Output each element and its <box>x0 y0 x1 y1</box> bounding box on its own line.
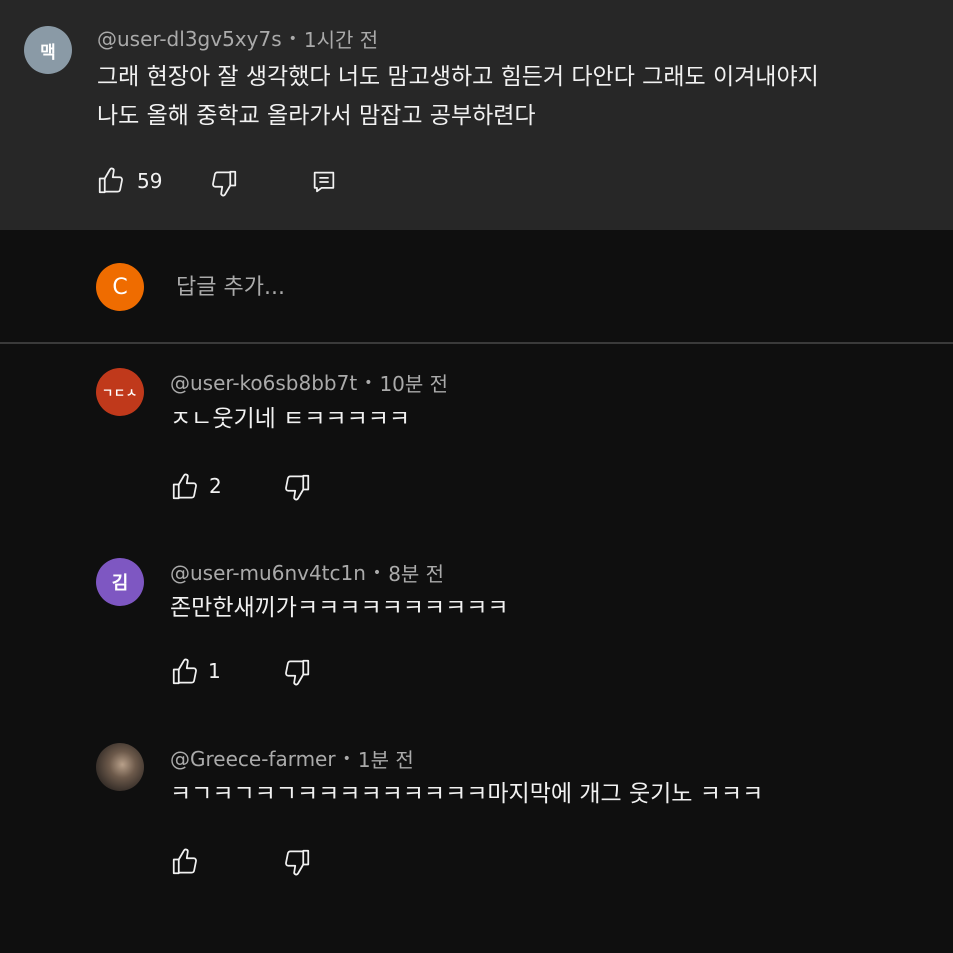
reply-placeholder: 답글 추가... <box>176 275 285 300</box>
comment-time[interactable]: 8분 전 <box>388 558 444 587</box>
add-reply-input[interactable]: 답글 추가... <box>176 270 906 306</box>
comment-meta: @Greece-farmer • 1분 전 <box>170 744 414 773</box>
dislike-button[interactable] <box>282 472 312 502</box>
like-count: 59 <box>137 169 163 193</box>
reply-button[interactable] <box>310 168 338 196</box>
thumbs-up-icon <box>170 472 200 502</box>
like-button[interactable] <box>170 472 200 502</box>
dislike-button[interactable] <box>209 168 239 198</box>
comment-text-line-2: 나도 올해 중학교 올라가서 맘잡고 공부하련다 <box>97 103 536 129</box>
reply-icon <box>310 168 338 196</box>
meta-separator: • <box>342 750 351 767</box>
avatar-letter: ㄱㄷㅅ <box>101 385 139 400</box>
like-count: 2 <box>209 474 222 498</box>
thumbs-down-icon <box>282 472 312 502</box>
thumbs-up-icon <box>96 166 126 196</box>
divider <box>0 342 953 344</box>
meta-separator: • <box>372 564 382 581</box>
comment-meta: @user-mu6nv4tc1n • 8분 전 <box>170 558 444 587</box>
thumbs-down-icon <box>282 657 312 687</box>
thumbs-down-icon <box>209 168 239 198</box>
parent-comment: 맥 @user-dl3gv5xy7s • 1시간 전 그래 현장아 잘 생각했다… <box>0 0 953 230</box>
thumbs-down-icon <box>282 847 312 877</box>
comment-text: 존만한새끼가ㅋㅋㅋㅋㅋㅋㅋㅋㅋㅋ <box>170 595 509 621</box>
comment-text-line-1: 그래 현장아 잘 생각했다 너도 맘고생하고 힘든거 다안다 그래도 이겨내야지 <box>97 64 819 90</box>
avatar-letter: 맥 <box>40 42 56 63</box>
avatar-photo[interactable] <box>96 743 144 791</box>
avatar[interactable]: ㄱㄷㅅ <box>96 368 144 416</box>
avatar-letter: 김 <box>111 573 129 594</box>
like-count: 1 <box>208 659 221 683</box>
comment-author[interactable]: @Greece-farmer <box>170 747 336 771</box>
comment-author[interactable]: @user-ko6sb8bb7t <box>170 371 357 395</box>
like-button[interactable] <box>170 657 200 687</box>
comment-text: ㅋㄱㅋㄱㅋㄱㅋㅋㅋㅋㅋㅋㅋㅋㅋ마지막에 개그 웃기노 ㅋㅋㅋ <box>170 781 764 807</box>
thumbs-up-icon <box>170 847 200 877</box>
dislike-button[interactable] <box>282 657 312 687</box>
comment-author[interactable]: @user-mu6nv4tc1n <box>170 561 366 585</box>
comments-page: 맥 @user-dl3gv5xy7s • 1시간 전 그래 현장아 잘 생각했다… <box>0 0 953 953</box>
comment-time[interactable]: 1시간 전 <box>304 24 378 53</box>
comment-meta: @user-ko6sb8bb7t • 10분 전 <box>170 368 448 397</box>
current-user-avatar: C <box>96 263 144 311</box>
comment-text: ㅈㄴ웃기네 ㅌㅋㅋㅋㅋㅋ <box>170 406 411 432</box>
comment-author[interactable]: @user-dl3gv5xy7s <box>97 27 282 51</box>
avatar[interactable]: 김 <box>96 558 144 606</box>
comment-meta: @user-dl3gv5xy7s • 1시간 전 <box>97 24 378 53</box>
meta-separator: • <box>288 30 297 47</box>
like-button[interactable] <box>170 847 200 877</box>
avatar[interactable]: 맥 <box>24 26 72 74</box>
comment-time[interactable]: 10분 전 <box>379 368 448 397</box>
comment-time[interactable]: 1분 전 <box>358 744 414 773</box>
like-button[interactable] <box>96 166 126 196</box>
avatar-letter: C <box>112 274 128 300</box>
thumbs-up-icon <box>170 657 200 687</box>
meta-separator: • <box>364 374 373 391</box>
dislike-button[interactable] <box>282 847 312 877</box>
